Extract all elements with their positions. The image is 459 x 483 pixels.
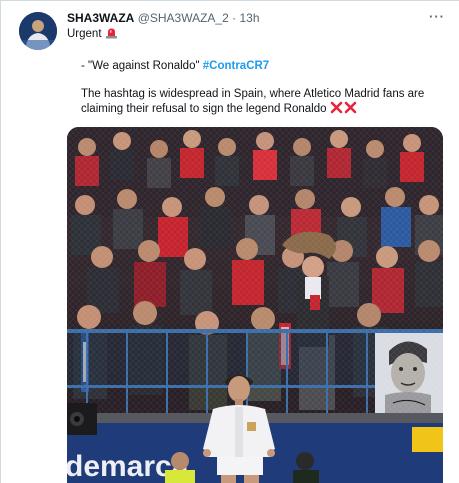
user-handle[interactable]: @SHA3WAZA_2 [138, 11, 229, 25]
separator-dot: · [232, 11, 237, 25]
tweet-header: SHA3WAZA @SHA3WAZA_2 · 13h [67, 11, 260, 25]
cross-mark-icon [330, 101, 358, 119]
police-siren-icon [105, 26, 118, 44]
tweet-photo[interactable]: demarca [67, 127, 443, 483]
quote-text: - "We against Ronaldo" [81, 60, 200, 72]
tweet-text-line-2: - "We against Ronaldo" #ContraCR7 [81, 59, 269, 74]
tweet-text-line-1: Urgent [67, 26, 118, 44]
tv-camera [67, 403, 97, 435]
tweet-card[interactable]: SHA3WAZA @SHA3WAZA_2 · 13h ··· Urgent - … [0, 0, 459, 483]
tweet-text-line-3: The hashtag is widespread in Spain, wher… [81, 88, 425, 100]
avatar[interactable] [19, 12, 57, 50]
display-name[interactable]: SHA3WAZA [67, 11, 134, 25]
timestamp[interactable]: 13h [239, 11, 259, 25]
hashtag-link[interactable]: #ContraCR7 [203, 60, 269, 72]
urgent-text: Urgent [67, 28, 102, 40]
tweet-text-line-4: claiming their refusal to sign the legen… [81, 101, 358, 119]
more-options-icon[interactable]: ··· [429, 9, 445, 24]
claim-text: claiming their refusal to sign the legen… [81, 103, 327, 115]
